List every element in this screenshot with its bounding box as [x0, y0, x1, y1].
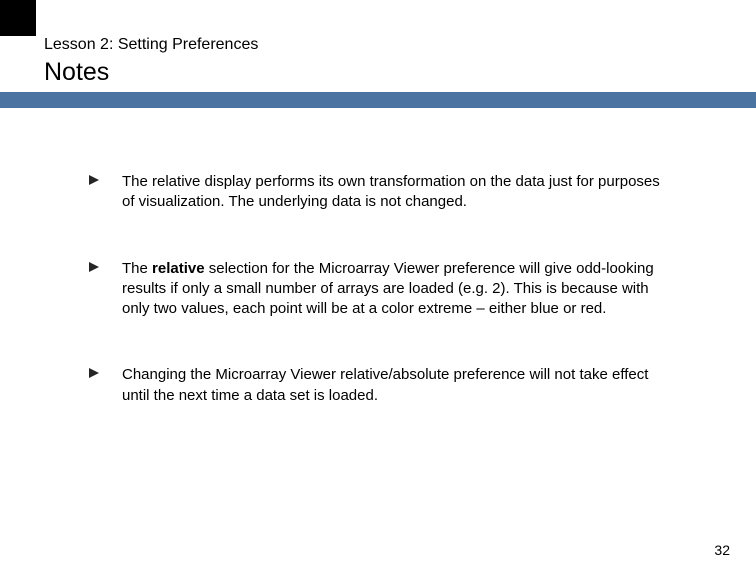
- triangle-icon: [88, 367, 100, 379]
- list-item: The relative display performs its own tr…: [88, 172, 668, 213]
- bullet-text: The relative selection for the Microarra…: [122, 259, 668, 320]
- triangle-icon: [88, 261, 100, 273]
- bullet-text: The relative display performs its own tr…: [122, 172, 668, 213]
- list-item: The relative selection for the Microarra…: [88, 259, 668, 320]
- bullet-list: The relative display performs its own tr…: [88, 172, 668, 452]
- lesson-label: Lesson 2: Setting Preferences: [44, 36, 258, 54]
- divider-bar: [0, 92, 756, 108]
- triangle-icon: [88, 174, 100, 186]
- list-item: Changing the Microarray Viewer relative/…: [88, 365, 668, 406]
- corner-block: [0, 0, 36, 36]
- slide-title: Notes: [44, 58, 109, 87]
- page-number: 32: [714, 542, 730, 558]
- slide: Lesson 2: Setting Preferences Notes The …: [0, 0, 756, 576]
- bullet-text: Changing the Microarray Viewer relative/…: [122, 365, 668, 406]
